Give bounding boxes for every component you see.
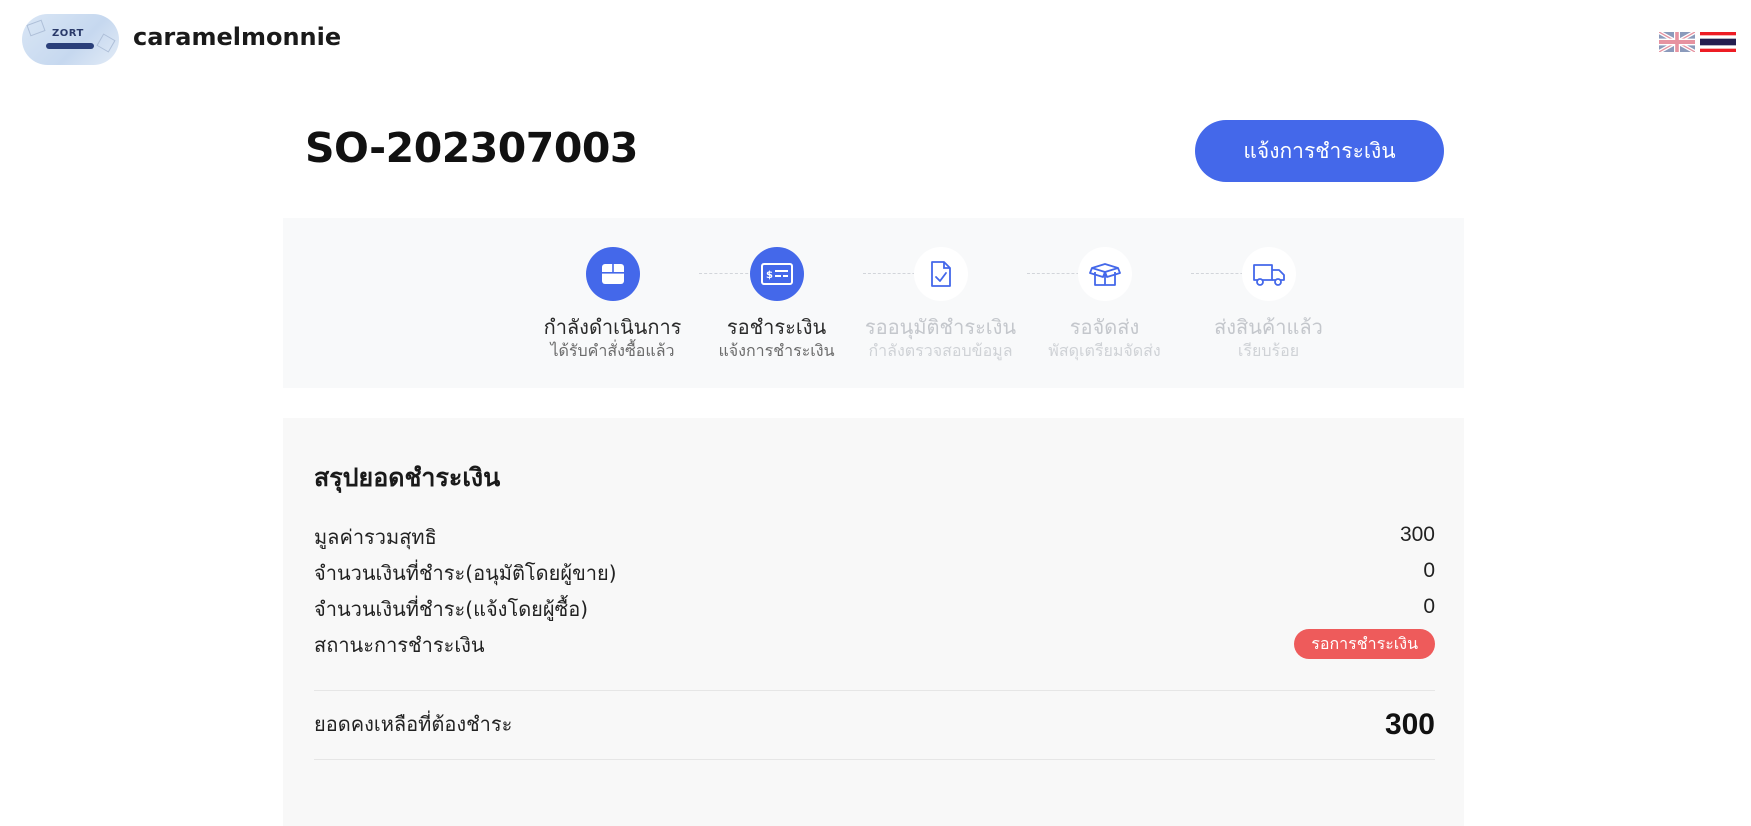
step-circle: $: [750, 247, 804, 301]
shop-name[interactable]: caramelmonnie: [133, 23, 341, 51]
top-bar: ZORT caramelmonnie: [0, 0, 1751, 80]
step-circle: [1078, 247, 1132, 301]
row-label: จำนวนเงินที่ชำระ(อนุมัติโดยผู้ขาย): [314, 561, 617, 585]
thai-flag-icon[interactable]: [1700, 32, 1736, 52]
row-label: สถานะการชำระเงิน: [314, 633, 485, 657]
order-progress-panel: กำลังดำเนินการ ได้รับคำสั่งซื้อแล้ว $ รอ…: [283, 218, 1464, 388]
balance-label: ยอดคงเหลือที่ต้องชำระ: [314, 712, 513, 736]
shop-logo[interactable]: ZORT: [22, 14, 119, 65]
logo-text: ZORT: [52, 28, 84, 39]
logo-bar: [46, 43, 94, 49]
svg-text:$: $: [766, 270, 773, 281]
step-circle: [586, 247, 640, 301]
package-open-icon: [1089, 263, 1121, 286]
uk-flag-icon[interactable]: [1659, 32, 1695, 52]
document-check-icon: [931, 261, 951, 287]
step-circle: [1242, 247, 1296, 301]
summary-title: สรุปยอดชำระเงิน: [314, 463, 501, 492]
summary-divider: [314, 759, 1435, 760]
row-label: จำนวนเงินที่ชำระ(แจ้งโดยผู้ซื้อ): [314, 597, 589, 621]
payment-summary-panel: สรุปยอดชำระเงิน มูลค่ารวมสุทธิ 300 จำนวน…: [283, 418, 1464, 826]
summary-row-net-total: มูลค่ารวมสุทธิ 300: [314, 521, 1435, 551]
step-subtitle: พัสดุเตรียมจัดส่ง: [1048, 341, 1161, 360]
order-number: SO-202307003: [305, 124, 638, 172]
box-icon: [602, 264, 624, 284]
logo-decoration: [26, 19, 46, 37]
truck-icon: [1253, 264, 1285, 286]
step-subtitle: ได้รับคำสั่งซื้อแล้ว: [550, 341, 675, 360]
payment-card-icon: $: [761, 263, 793, 285]
summary-row-payment-status: สถานะการชำระเงิน รอการชำระเงิน: [314, 629, 1435, 659]
summary-row-paid-approved: จำนวนเงินที่ชำระ(อนุมัติโดยผู้ขาย) 0: [314, 557, 1435, 587]
balance-value: 300: [1384, 708, 1435, 741]
logo-decoration: [96, 33, 116, 53]
summary-divider: [314, 690, 1435, 691]
step-subtitle: เรียบร้อย: [1237, 341, 1300, 360]
step-subtitle: แจ้งการชำระเงิน: [718, 341, 835, 360]
step-subtitle: กำลังตรวจสอบข้อมูล: [868, 341, 1013, 360]
payment-status-badge: รอการชำระเงิน: [1294, 629, 1435, 659]
summary-row-paid-notified: จำนวนเงินที่ชำระ(แจ้งโดยผู้ซื้อ) 0: [314, 593, 1435, 623]
step-circle: [914, 247, 968, 301]
row-value: 300: [1399, 523, 1435, 546]
notify-payment-button[interactable]: แจ้งการชำระเงิน: [1195, 120, 1444, 182]
row-value: 0: [1423, 559, 1435, 582]
row-label: มูลค่ารวมสุทธิ: [314, 525, 437, 549]
row-value: 0: [1423, 595, 1435, 618]
